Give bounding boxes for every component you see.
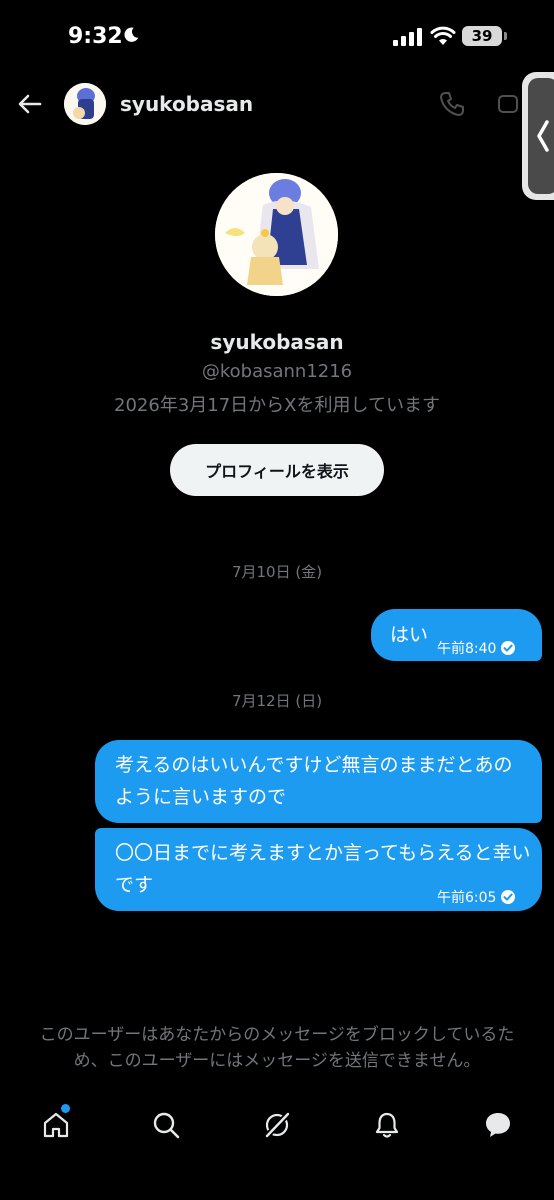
notifications-icon[interactable] xyxy=(372,1110,402,1140)
read-check-icon xyxy=(501,890,516,904)
message-bubble[interactable]: はい 午前8:40 xyxy=(371,609,542,661)
notification-dot xyxy=(61,1104,70,1113)
message-time: 午前6:05 xyxy=(437,890,497,906)
message-bubble[interactable]: 〇〇日までに考えますとか言ってもらえると幸いです 午前6:05 xyxy=(95,828,542,911)
profile-name: syukobasan xyxy=(210,330,344,354)
message-text: はい xyxy=(390,624,429,646)
header-username[interactable]: syukobasan xyxy=(120,92,253,116)
messages-icon[interactable] xyxy=(483,1110,513,1140)
blocked-notice: このユーザーはあなたからのメッセージをブロックしているため、このユーザーにはメッ… xyxy=(39,1025,515,1071)
read-check-icon xyxy=(501,641,516,655)
profile-avatar[interactable] xyxy=(215,173,338,296)
status-time: 9:32 xyxy=(68,24,123,49)
header-avatar[interactable] xyxy=(64,83,106,125)
wifi-icon xyxy=(430,26,456,45)
battery-indicator: 39 xyxy=(462,26,502,46)
chevron-left-icon xyxy=(537,120,549,152)
search-icon[interactable] xyxy=(151,1110,181,1140)
profile-joined-date: 2026年3月17日からXを利用しています xyxy=(114,395,440,416)
date-separator: 7月10日 (金) xyxy=(231,563,323,581)
phone-icon[interactable] xyxy=(438,90,466,118)
profile-handle: @kobasann1216 xyxy=(201,361,353,382)
grok-icon[interactable] xyxy=(262,1110,292,1140)
home-icon[interactable] xyxy=(41,1110,71,1140)
side-handle[interactable] xyxy=(522,72,554,200)
date-separator: 7月12日 (日) xyxy=(231,692,323,710)
message-text: 考えるのはいいんですけど無言のままだとあのように言いますので xyxy=(115,754,513,808)
moon-icon xyxy=(124,27,139,42)
message-time: 午前8:40 xyxy=(437,641,497,657)
battery-cap xyxy=(504,32,507,40)
message-time-row: 午前6:05 xyxy=(437,882,516,914)
side-handle-inner xyxy=(528,78,554,194)
cellular-signal-icon xyxy=(393,28,422,46)
message-bubble[interactable]: 考えるのはいいんですけど無言のままだとあのように言いますので xyxy=(95,740,542,823)
back-arrow-icon[interactable] xyxy=(16,90,44,118)
message-time-row: 午前8:40 xyxy=(437,633,516,665)
view-profile-button[interactable]: プロフィールを表示 xyxy=(170,444,384,496)
